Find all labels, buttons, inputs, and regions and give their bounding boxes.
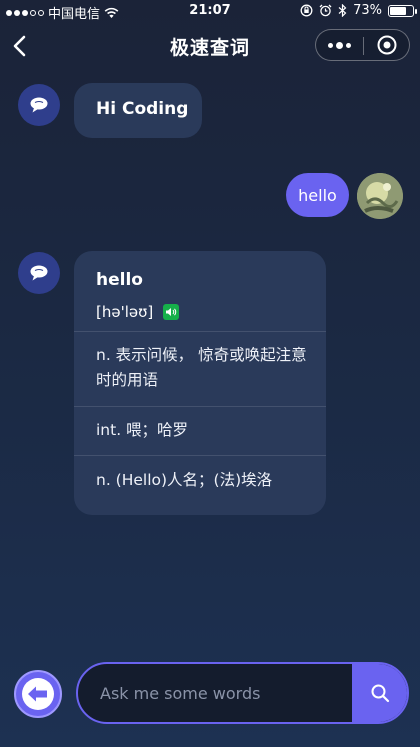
user-message-text: hello — [298, 185, 337, 205]
menu-capsule — [315, 29, 410, 61]
nav-bar: 极速查词 — [0, 22, 420, 70]
search-button[interactable] — [352, 664, 407, 722]
search-input[interactable] — [100, 664, 350, 722]
close-miniprogram-button[interactable] — [364, 30, 410, 60]
phonetic-row: [hə'ləʊ] — [96, 303, 180, 321]
target-close-icon — [377, 35, 397, 55]
more-button[interactable] — [316, 30, 363, 60]
rotation-lock-icon — [300, 4, 313, 17]
return-button[interactable] — [14, 670, 62, 718]
result-bubble: hello [hə'ləʊ] n. 表示问候， 惊奇或唤起注意时的用语 int.… — [74, 251, 326, 515]
status-bar: 中国电信 21:07 73% — [0, 0, 420, 22]
more-dot-icon — [346, 42, 351, 48]
divider — [74, 455, 326, 456]
search-icon — [371, 684, 389, 703]
user-avatar — [357, 173, 403, 219]
definition-item: n. 表示问候， 惊奇或唤起注意时的用语 — [96, 346, 307, 389]
user-message-bubble: hello — [286, 173, 349, 217]
speech-bubble-icon — [30, 97, 48, 113]
bot-avatar — [18, 84, 60, 126]
more-dot-icon — [336, 41, 343, 49]
speaker-icon[interactable] — [163, 304, 180, 320]
battery-fill — [390, 6, 407, 15]
arrow-left-icon — [28, 686, 47, 702]
status-right: 73% — [300, 3, 417, 18]
definition-item: n. (Hello)人名；(法)埃洛 — [96, 471, 273, 489]
return-button-inner — [22, 678, 54, 710]
more-dot-icon — [328, 42, 333, 48]
divider — [74, 331, 326, 332]
greeting-bubble: Hi Coding — [74, 83, 202, 138]
speech-bubble-icon — [30, 265, 48, 281]
definition-item: int. 喂；哈罗 — [96, 421, 189, 439]
battery-icon — [388, 4, 417, 17]
user-photo-icon — [357, 173, 403, 219]
bluetooth-icon — [338, 4, 347, 17]
bot-avatar — [18, 252, 60, 294]
search-box — [76, 662, 409, 724]
greeting-text: Hi Coding — [96, 99, 189, 119]
divider — [74, 406, 326, 407]
result-word: hello — [96, 270, 143, 290]
alarm-icon — [319, 4, 332, 17]
battery-label: 73% — [353, 3, 382, 18]
phonetic-text: [hə'ləʊ] — [96, 303, 154, 321]
